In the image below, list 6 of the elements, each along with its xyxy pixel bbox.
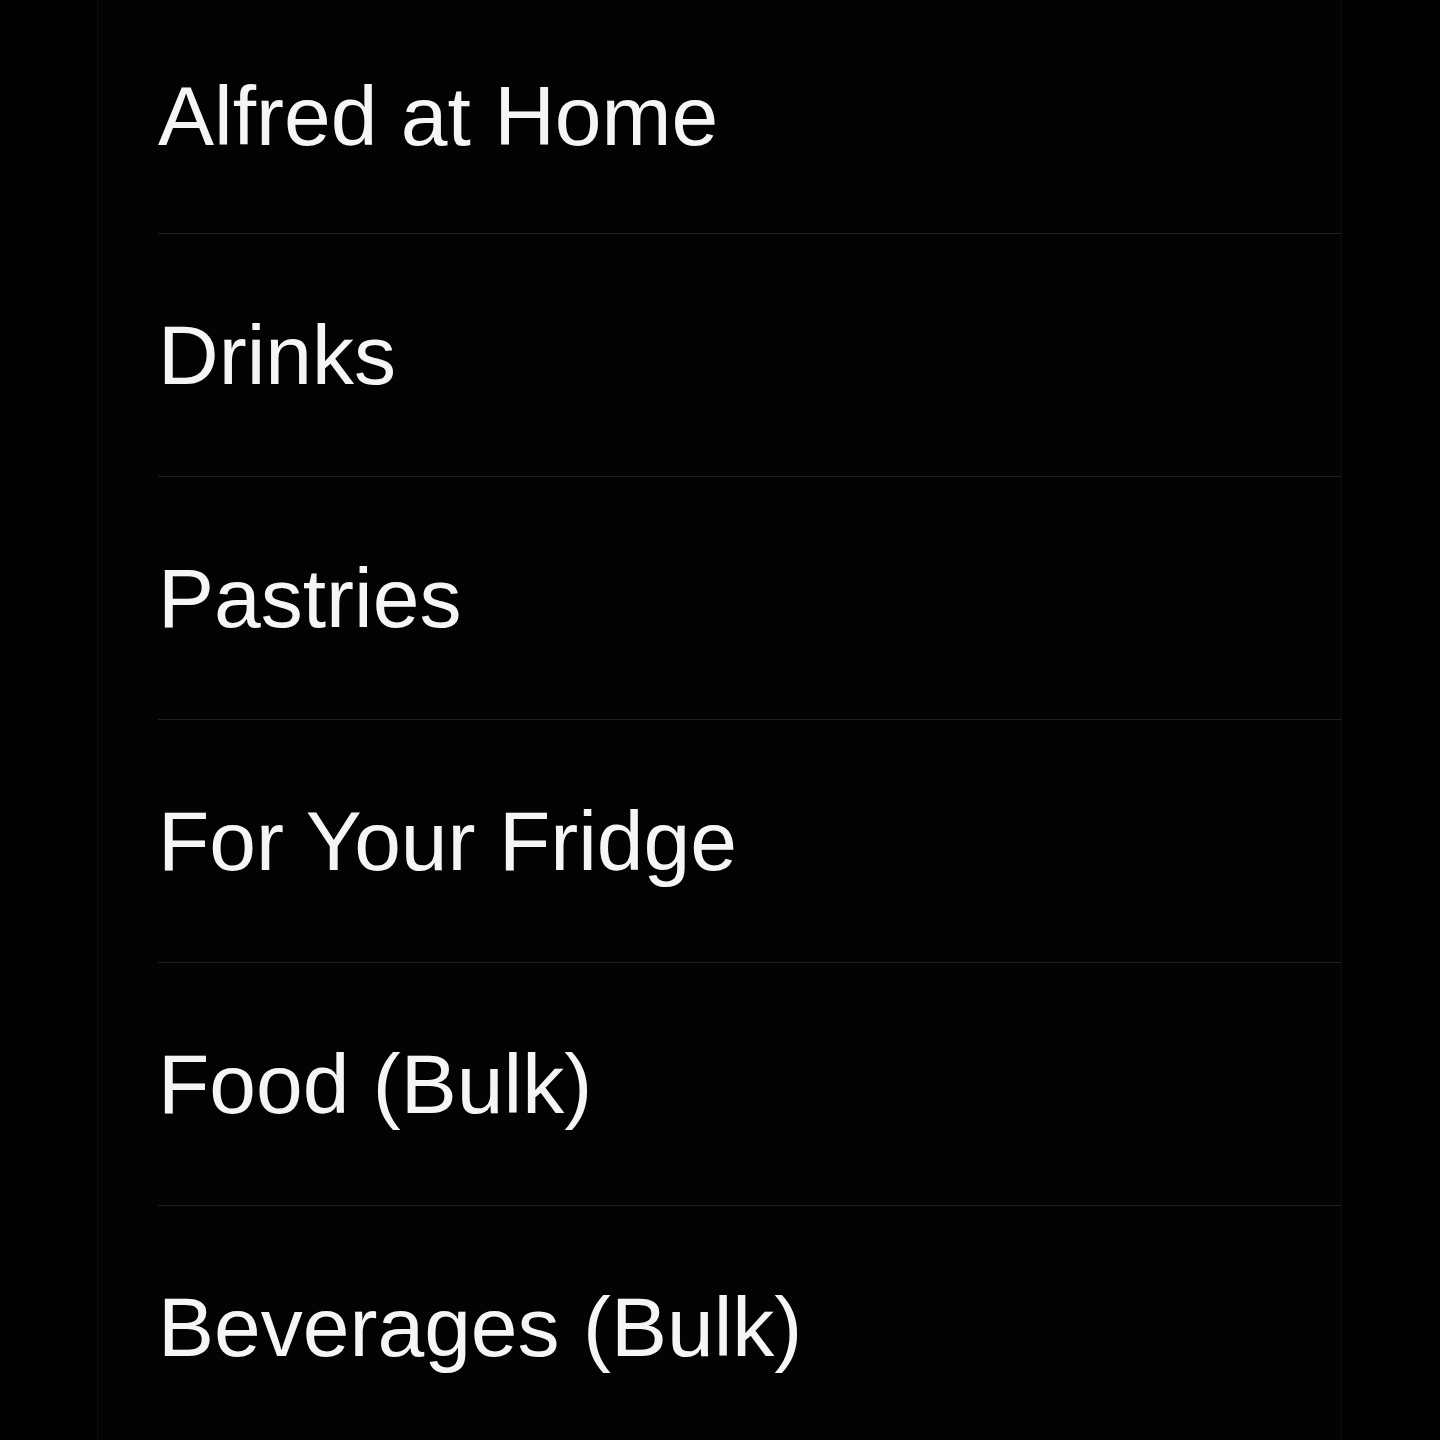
list-item[interactable]: Pastries: [158, 549, 462, 647]
list-item[interactable]: For Your Fridge: [158, 792, 737, 890]
list-item[interactable]: Food (Bulk): [158, 1035, 593, 1133]
list-item[interactable]: Beverages (Bulk): [158, 1278, 803, 1376]
list-item[interactable]: Alfred at Home: [158, 68, 719, 165]
list-item[interactable]: Drinks: [158, 306, 396, 404]
